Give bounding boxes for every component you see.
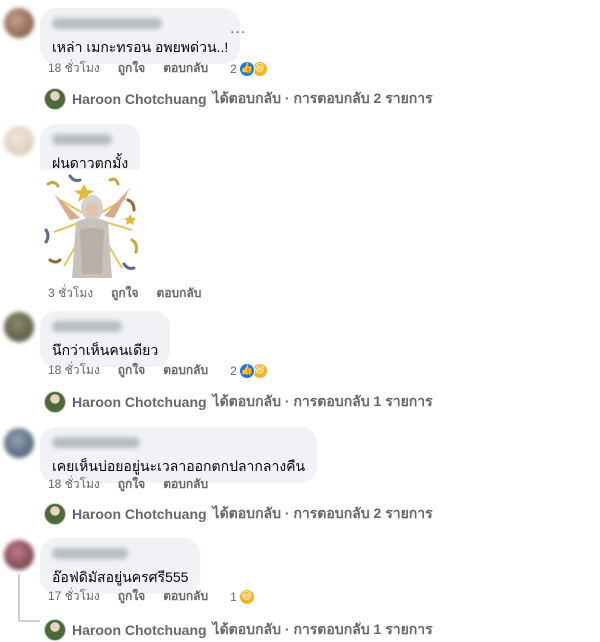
comment-actions: 18 ชั่วโมง ถูกใจ ตอบกลับ 2 👍 😆: [48, 361, 268, 380]
reply-button[interactable]: ตอบกลับ: [157, 284, 202, 303]
reply-summary: ได้ตอบกลับ · การตอบกลับ 2 รายการ: [212, 90, 433, 106]
commenter-name-blurred[interactable]: [52, 437, 140, 448]
view-replies-link[interactable]: Haroon Chotchuang ได้ตอบกลับ · การตอบกลั…: [44, 503, 433, 525]
like-button[interactable]: ถูกใจ: [118, 475, 145, 494]
reply-author-name: Haroon Chotchuang: [72, 622, 207, 638]
reaction-summary[interactable]: 2 👍 😆: [230, 362, 268, 379]
comment-timestamp[interactable]: 3 ชั่วโมง: [48, 284, 93, 303]
view-replies-link[interactable]: Haroon Chotchuang ได้ตอบกลับ · การตอบกลั…: [44, 391, 433, 413]
like-button[interactable]: ถูกใจ: [118, 361, 145, 380]
view-replies-link[interactable]: Haroon Chotchuang ได้ตอบกลับ · การตอบกลั…: [44, 88, 433, 110]
comment-actions: 18 ชั่วโมง ถูกใจ ตอบกลับ 2 👍 😆: [48, 59, 268, 78]
comment-actions: 17 ชั่วโมง ถูกใจ ตอบกลับ 1 😆: [48, 587, 255, 606]
reply-author-name: Haroon Chotchuang: [72, 91, 207, 107]
comment-text: เคยเห็นบ่อยอยู่นะเวลาออกตกปลากลางคืน: [52, 458, 306, 474]
comment-timestamp[interactable]: 17 ชั่วโมง: [48, 587, 100, 606]
reaction-summary[interactable]: 1 😆: [230, 588, 255, 605]
comment-text: เหล่า เมกะทรอน อพยพด่วน..!: [52, 39, 229, 55]
reply-author-name: Haroon Chotchuang: [72, 506, 207, 522]
like-icon: 👍: [238, 362, 255, 379]
reply-summary: ได้ตอบกลับ · การตอบกลับ 1 รายการ: [212, 393, 433, 409]
reply-author-avatar: [44, 619, 66, 641]
reaction-count: 1: [230, 589, 237, 604]
comment-timestamp[interactable]: 18 ชั่วโมง: [48, 59, 100, 78]
comment-bubble: อ๊อฟดิมัสอยู่นครศรี555: [40, 538, 201, 594]
reply-summary: ได้ตอบกลับ · การตอบกลับ 2 รายการ: [212, 505, 433, 521]
comment-timestamp[interactable]: 18 ชั่วโมง: [48, 361, 100, 380]
commenter-name-blurred[interactable]: [52, 18, 162, 29]
more-options-icon[interactable]: ...: [230, 20, 246, 38]
comment-actions: 3 ชั่วโมง ถูกใจ ตอบกลับ: [48, 284, 219, 303]
comment-text: นึกว่าเห็นคนเดียว: [52, 342, 159, 358]
reply-author-avatar: [44, 391, 66, 413]
comment-text: อ๊อฟดิมัสอยู่นครศรี555: [52, 569, 189, 585]
like-icon: 👍: [238, 60, 255, 77]
haha-icon: 😆: [238, 588, 255, 605]
like-button[interactable]: ถูกใจ: [118, 59, 145, 78]
comment-bubble: นึกว่าเห็นคนเดียว: [40, 311, 171, 367]
reply-author-avatar: [44, 88, 66, 110]
avatar[interactable]: [4, 540, 34, 570]
comment-timestamp[interactable]: 18 ชั่วโมง: [48, 475, 100, 494]
reply-author-avatar: [44, 503, 66, 525]
like-button[interactable]: ถูกใจ: [118, 587, 145, 606]
reaction-count: 2: [230, 61, 237, 76]
reply-button[interactable]: ตอบกลับ: [163, 59, 208, 78]
avatar[interactable]: [4, 428, 34, 458]
reply-button[interactable]: ตอบกลับ: [163, 587, 208, 606]
reply-thread-curve: [18, 620, 40, 622]
reaction-count: 2: [230, 363, 237, 378]
commenter-name-blurred[interactable]: [52, 548, 128, 559]
reply-thread-line: [18, 574, 20, 622]
celebration-sticker[interactable]: [40, 170, 144, 280]
like-button[interactable]: ถูกใจ: [111, 284, 138, 303]
avatar[interactable]: [4, 126, 34, 156]
celebration-sticker-image: [44, 174, 138, 278]
commenter-name-blurred[interactable]: [52, 134, 112, 145]
avatar[interactable]: [4, 312, 34, 342]
reaction-summary[interactable]: 2 👍 😆: [230, 60, 268, 77]
comment-bubble: เหล่า เมกะทรอน อพยพด่วน..!: [40, 8, 241, 64]
comment-actions: 18 ชั่วโมง ถูกใจ ตอบกลับ: [48, 475, 226, 494]
reply-author-name: Haroon Chotchuang: [72, 394, 207, 410]
view-replies-link[interactable]: Haroon Chotchuang ได้ตอบกลับ · การตอบกลั…: [44, 619, 433, 641]
reply-summary: ได้ตอบกลับ · การตอบกลับ 1 รายการ: [212, 621, 433, 637]
avatar[interactable]: [4, 8, 34, 38]
reply-button[interactable]: ตอบกลับ: [163, 361, 208, 380]
reply-button[interactable]: ตอบกลับ: [163, 475, 208, 494]
commenter-name-blurred[interactable]: [52, 321, 122, 332]
